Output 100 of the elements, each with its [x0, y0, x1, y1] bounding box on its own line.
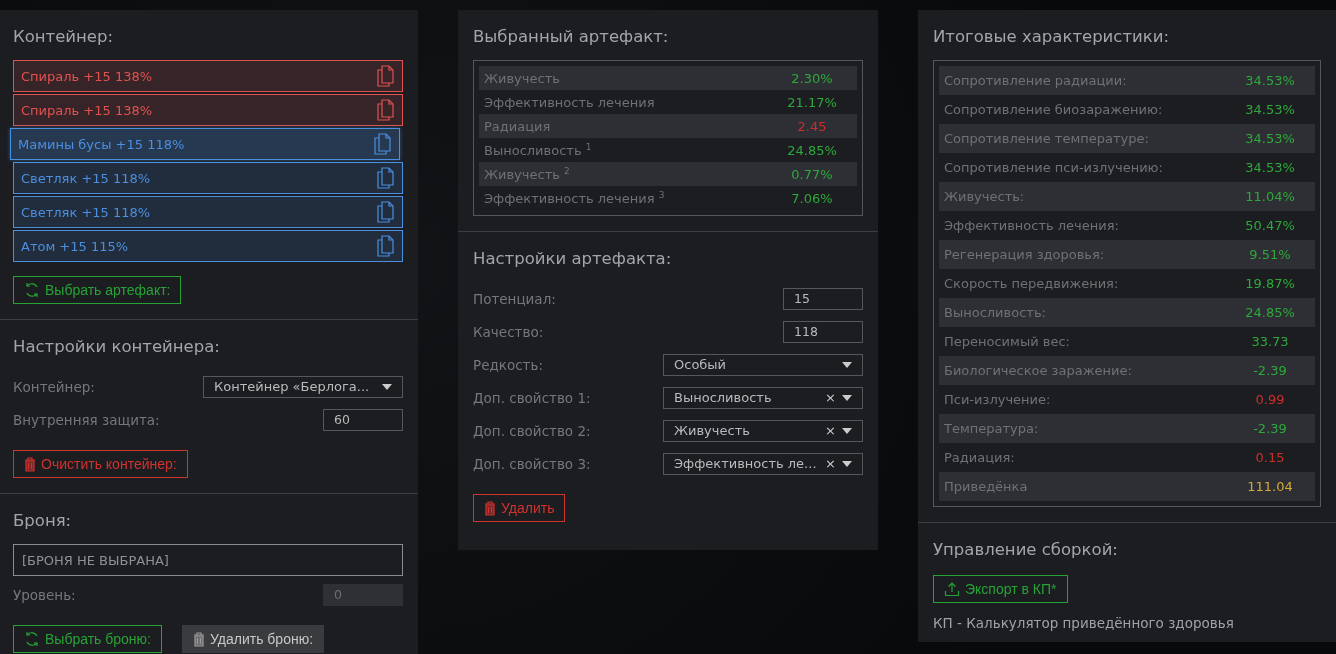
stat-name: Скорость передвижения:	[944, 276, 1119, 291]
stat-value: 24.85%	[786, 142, 838, 158]
stat-value: 34.53%	[1244, 160, 1296, 175]
stat-value: 0.99	[1254, 392, 1286, 407]
stat-name: Сопротивление температуре:	[944, 131, 1149, 146]
stat-name: Живучесть	[484, 70, 560, 86]
caret-icon	[842, 460, 852, 467]
stat-value: 34.53%	[1244, 73, 1296, 88]
copy-icon	[377, 99, 395, 121]
artifact-item[interactable]: Светляк +15 118%	[13, 162, 403, 194]
section-title: Итоговые характеристики:	[933, 26, 1170, 48]
stat-value: 2.30%	[790, 70, 834, 86]
armor-field[interactable]: [БРОНЯ НЕ ВЫБРАНА]	[13, 544, 403, 576]
number-field[interactable]: 118	[783, 320, 863, 343]
delete-button[interactable]: Удалить	[473, 494, 566, 522]
stat-name: Сопротивление пси-излучению:	[944, 160, 1163, 175]
stat-value: 21.17%	[786, 94, 838, 110]
copy-icon	[377, 65, 395, 87]
section-title: Выбранный артефакт:	[473, 26, 670, 48]
refresh-icon	[24, 282, 40, 298]
stat-value: 50.47%	[1244, 218, 1296, 233]
artifact-item[interactable]: Спираль +15 138%	[13, 94, 403, 126]
dropdown[interactable]: Эффективность ле... ×	[663, 452, 863, 475]
stat-value: 19.87%	[1244, 276, 1296, 291]
section-title: Броня:	[13, 510, 73, 532]
artifact-item[interactable]: Мамины бусы +15 118%	[10, 128, 400, 160]
stat-name: Живучесть:	[944, 189, 1025, 204]
stat-value: 9.51%	[1248, 247, 1292, 262]
caret-icon	[842, 394, 852, 401]
stat-name: Живучесть $^{2}$	[484, 165, 570, 183]
trash-icon	[484, 500, 496, 516]
caret-icon	[382, 383, 392, 390]
stat-name: Сопротивление биозаражению:	[944, 102, 1163, 117]
stat-name: Выносливость $^{1}$	[484, 141, 592, 159]
clear-container-button[interactable]: Очистить контейнер:	[13, 450, 188, 478]
stat-value: -2.39	[1252, 363, 1288, 378]
clear-button[interactable]: ×	[825, 456, 836, 471]
refresh-icon	[24, 631, 40, 647]
field-label: Доп. свойство 2:	[473, 422, 591, 439]
dropdown[interactable]: Живучесть ×	[663, 419, 863, 442]
stat-name: Выносливость:	[944, 305, 1046, 320]
field-label: Доп. свойство 1:	[473, 389, 591, 406]
field-label: Контейнер:	[13, 378, 95, 395]
pick-armor-button[interactable]: Выбрать броню:	[13, 625, 162, 653]
artifact-item[interactable]: Атом +15 115%	[13, 230, 403, 262]
clear-button[interactable]: ×	[825, 390, 836, 405]
copy-icon	[377, 201, 395, 223]
stat-name: Радиация	[484, 118, 551, 134]
copy-icon	[377, 235, 395, 257]
stat-name: Пси-излучение:	[944, 392, 1051, 407]
pick-artifact-button[interactable]: Выбрать артефакт:	[13, 276, 182, 304]
upload-icon	[944, 581, 960, 597]
stat-value: 7.06%	[790, 190, 834, 206]
export-button[interactable]: Экспорт в КП*	[933, 575, 1068, 603]
artifact-item[interactable]: Светляк +15 118%	[13, 196, 403, 228]
stat-name: Переносимый вес:	[944, 334, 1070, 349]
field-label: Потенциал:	[473, 290, 556, 307]
dropdown[interactable]: Особый	[663, 353, 863, 376]
stat-name: Эффективность лечения	[484, 94, 655, 110]
field-label: Уровень:	[13, 586, 76, 603]
trash-icon	[193, 631, 205, 647]
stat-value: -2.39	[1252, 421, 1288, 436]
footnote: КП - Калькулятор приведённого здоровья	[933, 615, 1235, 631]
artifact-item[interactable]: Спираль +15 138%	[13, 60, 403, 92]
stat-value: 24.85%	[1244, 305, 1296, 320]
section-title: Управление сборкой:	[933, 539, 1119, 561]
number-field[interactable]: 60	[323, 408, 403, 431]
stat-value: 111.04	[1246, 479, 1294, 494]
stat-name: Регенерация здоровья:	[944, 247, 1105, 262]
stat-value: 2.45	[796, 118, 828, 134]
stat-name: Биологическое заражение:	[944, 363, 1132, 378]
stat-value: 33.73	[1250, 334, 1290, 349]
stat-name: Эффективность лечения:	[944, 218, 1119, 233]
stat-name: Приведёнка	[944, 479, 1028, 494]
field-label: Доп. свойство 3:	[473, 455, 591, 472]
field-label: Качество:	[473, 323, 544, 340]
copy-icon	[374, 133, 392, 155]
stat-value: 34.53%	[1244, 102, 1296, 117]
number-field[interactable]: 15	[783, 287, 863, 310]
field-label: Редкость:	[473, 356, 543, 373]
copy-icon	[377, 167, 395, 189]
stat-name: Температура:	[944, 421, 1039, 436]
dropdown[interactable]: Контейнер «Берлога...	[203, 375, 403, 398]
dropdown[interactable]: Выносливость ×	[663, 386, 863, 409]
stat-name: Эффективность лечения $^{3}$	[484, 189, 665, 207]
section-title: Контейнер:	[13, 26, 115, 48]
field-label: Внутренняя защита:	[13, 411, 160, 428]
stat-value: 0.15	[1254, 450, 1286, 465]
clear-button[interactable]: ×	[825, 423, 836, 438]
section-title: Настройки контейнера:	[13, 336, 221, 358]
section-title: Настройки артефакта:	[473, 248, 673, 270]
stat-value: 0.77%	[790, 166, 834, 182]
stat-value: 34.53%	[1244, 131, 1296, 146]
stat-name: Радиация:	[944, 450, 1015, 465]
caret-icon	[842, 361, 852, 368]
trash-icon	[24, 456, 36, 472]
stat-value: 11.04%	[1244, 189, 1296, 204]
caret-icon	[842, 427, 852, 434]
remove-armor-button[interactable]: Удалить броню:	[182, 625, 325, 653]
stat-name: Сопротивление радиации:	[944, 73, 1127, 88]
